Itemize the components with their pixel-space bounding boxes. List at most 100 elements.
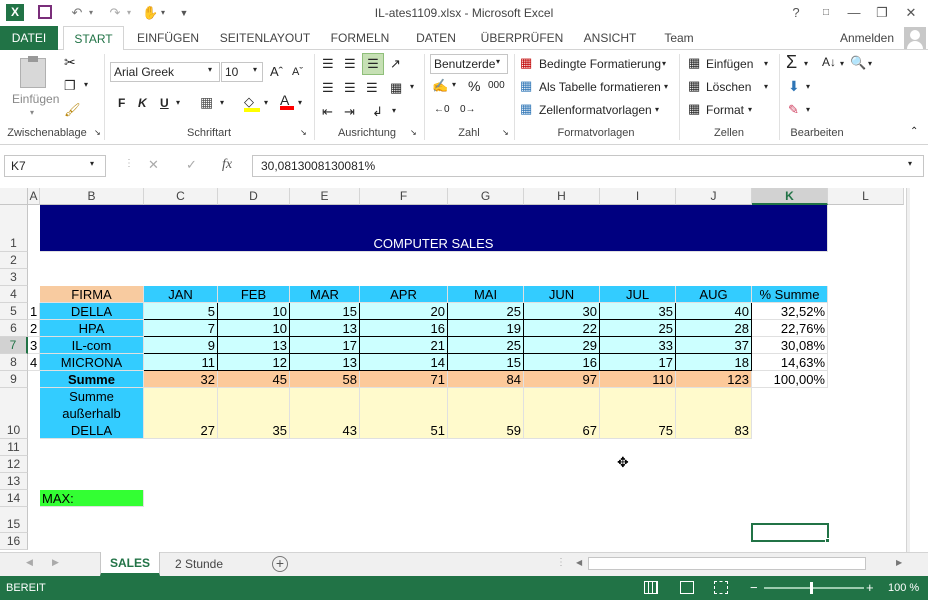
- data-cell[interactable]: 28: [676, 320, 752, 337]
- row-header-10[interactable]: 10: [0, 388, 28, 439]
- data-cell[interactable]: 14: [360, 354, 448, 371]
- column-header-g[interactable]: G: [448, 188, 524, 205]
- data-cell[interactable]: 13: [290, 354, 360, 371]
- tab-datei[interactable]: DATEI: [0, 26, 58, 50]
- format-cells-icon[interactable]: ▦: [688, 101, 700, 117]
- font-launcher-icon[interactable]: ↘: [300, 128, 307, 137]
- number-format-dropdown-icon[interactable]: ▾: [496, 57, 500, 66]
- column-header-e[interactable]: E: [290, 188, 360, 205]
- row-header-6[interactable]: 6: [0, 320, 28, 337]
- percent-button[interactable]: %: [468, 78, 480, 94]
- currency-dropdown-icon[interactable]: ▾: [452, 80, 456, 89]
- sum-cell[interactable]: 45: [218, 371, 290, 388]
- increase-decimal-icon[interactable]: ←0: [434, 104, 450, 115]
- sum-cell[interactable]: 110: [600, 371, 676, 388]
- data-cell[interactable]: 20: [360, 303, 448, 320]
- italic-button[interactable]: K: [138, 96, 147, 110]
- data-cell[interactable]: 16: [360, 320, 448, 337]
- user-avatar-icon[interactable]: [904, 27, 926, 49]
- paste-icon[interactable]: [20, 56, 46, 88]
- data-cell[interactable]: 19: [448, 320, 524, 337]
- delete-cells-button[interactable]: Löschen: [706, 80, 751, 94]
- scroll-left-icon[interactable]: ◀: [576, 558, 582, 567]
- grow-font-icon[interactable]: Aˆ: [270, 64, 283, 79]
- column-header-c[interactable]: C: [144, 188, 218, 205]
- wrap-text-icon[interactable]: ↲: [372, 104, 383, 120]
- row-header-13[interactable]: 13: [0, 473, 28, 490]
- cell-styles-icon[interactable]: ▦: [520, 101, 532, 117]
- format-as-table-button[interactable]: Als Tabelle formatieren: [539, 80, 661, 94]
- outside-della-label[interactable]: Summe außerhalb DELLA: [40, 388, 144, 439]
- row-header-3[interactable]: 3: [0, 269, 28, 286]
- pct-cell[interactable]: 30,08%: [752, 337, 828, 354]
- decrease-indent-icon[interactable]: ⇤: [322, 104, 333, 120]
- company-index[interactable]: 3: [28, 337, 40, 354]
- data-cell[interactable]: 21: [360, 337, 448, 354]
- font-color-icon[interactable]: A: [280, 92, 294, 110]
- merge-dropdown-icon[interactable]: ▾: [410, 82, 414, 91]
- autosum-dropdown-icon[interactable]: ▾: [804, 59, 808, 68]
- column-header-j[interactable]: J: [676, 188, 752, 205]
- data-cell[interactable]: 15: [290, 303, 360, 320]
- data-cell[interactable]: 22: [524, 320, 600, 337]
- horizontal-scroll-thumb[interactable]: [588, 557, 866, 570]
- sum-cell[interactable]: 123: [676, 371, 752, 388]
- max-label[interactable]: MAX:: [40, 490, 144, 507]
- font-color-dropdown-icon[interactable]: ▾: [298, 98, 302, 107]
- sheet-tab-sales[interactable]: SALES: [100, 552, 160, 576]
- align-center-icon[interactable]: ☰: [344, 80, 356, 96]
- row-header-4[interactable]: 4: [0, 286, 28, 303]
- cell-styles-button[interactable]: Zellenformatvorlagen: [539, 103, 652, 117]
- data-cell[interactable]: 29: [524, 337, 600, 354]
- fill-color-dropdown-icon[interactable]: ▾: [264, 98, 268, 107]
- row-header-15[interactable]: 15: [0, 507, 28, 533]
- tab-einfuegen[interactable]: EINFÜGEN: [134, 26, 202, 50]
- sum-pct-cell[interactable]: 100,00%: [752, 371, 828, 388]
- row-header-11[interactable]: 11: [0, 439, 28, 456]
- sum-label[interactable]: Summe: [40, 371, 144, 388]
- thousands-button[interactable]: 000: [488, 80, 505, 91]
- row-header-2[interactable]: 2: [0, 252, 28, 269]
- next-sheet-icon[interactable]: ▶: [52, 557, 59, 568]
- font-size-dropdown-icon[interactable]: ▾: [253, 65, 257, 74]
- insert-dropdown-icon[interactable]: ▾: [764, 59, 768, 68]
- tab-seitenlayout[interactable]: SEITENLAYOUT: [214, 26, 316, 50]
- row-header-12[interactable]: 12: [0, 456, 28, 473]
- cut-icon[interactable]: ✂: [64, 54, 76, 71]
- bold-button[interactable]: F: [118, 96, 125, 110]
- borders-dropdown-icon[interactable]: ▾: [220, 98, 224, 107]
- expand-formula-bar-icon[interactable]: ▾: [908, 159, 912, 168]
- paste-button[interactable]: Einfügen: [12, 92, 59, 106]
- data-cell[interactable]: 33: [600, 337, 676, 354]
- merge-center-icon[interactable]: ▦: [390, 80, 402, 96]
- row-header-9[interactable]: 9: [0, 371, 28, 388]
- select-all-corner[interactable]: [0, 188, 28, 205]
- format-dropdown-icon[interactable]: ▾: [748, 105, 752, 114]
- cancel-icon[interactable]: ✕: [148, 157, 159, 173]
- tab-ansicht[interactable]: ANSICHT: [578, 26, 642, 50]
- formula-input[interactable]: 30,0813008130081%: [252, 155, 924, 177]
- fill-color-icon[interactable]: ◇: [244, 94, 260, 112]
- company-index[interactable]: 1: [28, 303, 40, 320]
- company-name[interactable]: MICRONA: [40, 354, 144, 371]
- font-name-dropdown-icon[interactable]: ▾: [208, 65, 212, 74]
- sum-cell[interactable]: 32: [144, 371, 218, 388]
- row-header-8[interactable]: 8: [0, 354, 28, 371]
- tab-team[interactable]: Team: [652, 26, 706, 50]
- company-name[interactable]: IL-com: [40, 337, 144, 354]
- column-header-b[interactable]: B: [40, 188, 144, 205]
- tab-daten[interactable]: DATEN: [406, 26, 466, 50]
- company-index[interactable]: 4: [28, 354, 40, 371]
- pct-cell[interactable]: 32,52%: [752, 303, 828, 320]
- outside-della-cell[interactable]: 27: [144, 388, 218, 439]
- sum-cell[interactable]: 58: [290, 371, 360, 388]
- sum-cell[interactable]: 84: [448, 371, 524, 388]
- column-header-l[interactable]: L: [828, 188, 904, 205]
- column-header-k[interactable]: K: [752, 188, 828, 205]
- company-name[interactable]: HPA: [40, 320, 144, 337]
- clear-icon[interactable]: ✎: [788, 102, 799, 118]
- delete-dropdown-icon[interactable]: ▾: [764, 82, 768, 91]
- zoom-slider-track[interactable]: [764, 587, 864, 589]
- data-cell[interactable]: 5: [144, 303, 218, 320]
- data-cell[interactable]: 12: [218, 354, 290, 371]
